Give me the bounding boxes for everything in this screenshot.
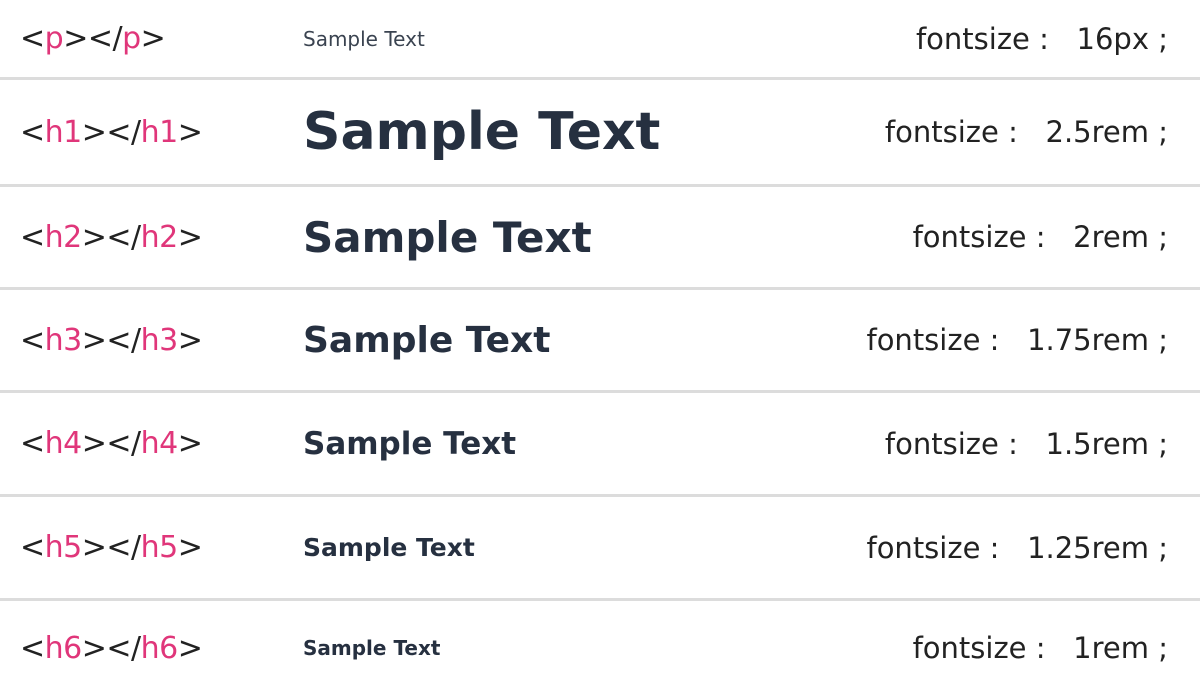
tag-name: h4 [140, 426, 179, 461]
spec-label: fontsize : [866, 323, 1000, 357]
tag-name: p [44, 21, 64, 56]
tag-name: h2 [140, 219, 179, 255]
tag-label: <p></p> [20, 21, 166, 56]
tag-name: h6 [140, 630, 179, 666]
tag-name: h1 [140, 114, 179, 150]
tag-name: h6 [44, 630, 83, 666]
tag-name: h3 [44, 322, 83, 358]
row-h4: <h4></h4> Sample Text fontsize : 1.5rem … [0, 393, 1200, 497]
sample-text: Sample Text [303, 26, 425, 51]
sample-text: Sample Text [303, 533, 475, 562]
tag-label: <h4></h4> [20, 426, 203, 461]
sample-text: Sample Text [303, 425, 517, 462]
font-size-spec: fontsize : 1.5rem ; [885, 427, 1168, 461]
tag-name: h5 [44, 530, 83, 565]
spec-label: fontsize : [915, 21, 1049, 56]
spec-label: fontsize : [912, 631, 1046, 665]
tag-label: <h5></h5> [20, 530, 203, 565]
spec-label: fontsize : [884, 426, 1018, 461]
sample-text: Sample Text [303, 636, 441, 660]
sample-text: Sample Text [303, 212, 592, 262]
font-size-spec: fontsize : 1rem ; [913, 631, 1168, 665]
row-p: <p></p> Sample Text fontsize : 16px ; [0, 0, 1200, 80]
font-size-spec: fontsize : 2.5rem ; [885, 115, 1168, 149]
tag-name: p [122, 21, 141, 56]
tag-label: <h1></h1> [20, 114, 203, 150]
row-h1: <h1></h1> Sample Text fontsize : 2.5rem … [0, 80, 1200, 187]
spec-label: fontsize : [912, 220, 1046, 254]
font-size-spec: fontsize : 1.25rem ; [866, 531, 1168, 565]
spec-label: fontsize : [884, 115, 1018, 149]
spec-value: 1.25rem ; [1027, 530, 1168, 565]
spec-value: 16px ; [1076, 21, 1168, 56]
font-size-reference-table: <p></p> Sample Text fontsize : 16px ; <h… [0, 0, 1200, 695]
sample-text: Sample Text [303, 319, 551, 361]
font-size-spec: fontsize : 2rem ; [913, 220, 1168, 254]
spec-value: 2.5rem ; [1045, 115, 1169, 149]
font-size-spec: fontsize : 16px ; [916, 22, 1168, 56]
tag-name: h2 [44, 219, 83, 255]
tag-name: h3 [140, 322, 179, 358]
tag-name: h1 [44, 114, 83, 150]
row-h3: <h3></h3> Sample Text fontsize : 1.75rem… [0, 290, 1200, 393]
tag-name: h4 [44, 426, 83, 461]
spec-value: 1.75rem ; [1027, 323, 1168, 357]
tag-label: <h6></h6> [20, 630, 203, 666]
spec-value: 1rem ; [1073, 631, 1168, 665]
tag-name: h5 [140, 530, 179, 565]
sample-text: Sample Text [303, 102, 661, 162]
font-size-spec: fontsize : 1.75rem ; [866, 323, 1168, 357]
row-h6: <h6></h6> Sample Text fontsize : 1rem ; [0, 601, 1200, 695]
spec-value: 2rem ; [1073, 220, 1168, 254]
tag-label: <h2></h2> [20, 219, 203, 255]
tag-label: <h3></h3> [20, 322, 203, 358]
row-h5: <h5></h5> Sample Text fontsize : 1.25rem… [0, 497, 1200, 601]
row-h2: <h2></h2> Sample Text fontsize : 2rem ; [0, 187, 1200, 290]
spec-label: fontsize : [866, 530, 1000, 565]
spec-value: 1.5rem ; [1045, 426, 1169, 461]
